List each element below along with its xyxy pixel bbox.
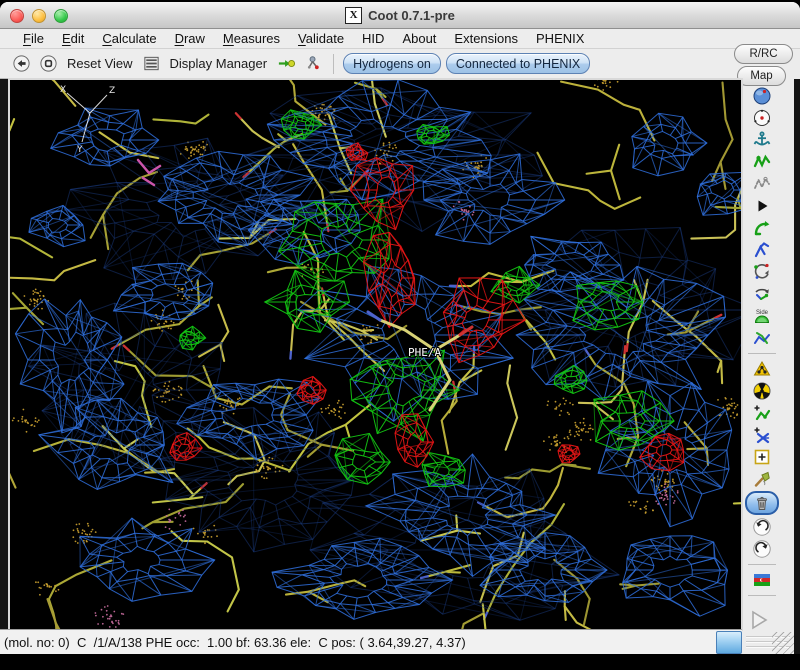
auto-fit-rotamer-icon[interactable] — [749, 218, 775, 238]
redo-icon[interactable] — [749, 539, 775, 559]
map-button[interactable]: Map — [737, 66, 786, 86]
gl-canvas-frame: X Z Y PHE/A — [8, 78, 743, 631]
svg-text:Z: Z — [109, 86, 115, 96]
add-terminal-residue-icon[interactable] — [749, 403, 775, 423]
toolbar-separator — [333, 54, 334, 74]
rail-separator — [748, 353, 776, 354]
fixed-atoms-anchor-icon[interactable] — [749, 130, 775, 150]
x11-icon: X — [345, 7, 362, 24]
expand-triangle-icon[interactable] — [746, 607, 772, 633]
mutate-autofit-icon[interactable] — [749, 381, 775, 401]
menu-draw[interactable]: Draw — [166, 31, 214, 46]
delete-item-icon[interactable] — [745, 491, 779, 515]
menu-edit[interactable]: Edit — [53, 31, 93, 46]
rotamers-icon[interactable] — [749, 240, 775, 260]
svg-text:Side: Side — [756, 310, 769, 316]
ligand-builder-icon[interactable] — [749, 570, 775, 590]
menu-phenix[interactable]: PHENIX — [527, 31, 593, 46]
ligand-molecule-icon[interactable] — [302, 53, 324, 75]
flip-peptide-icon[interactable] — [749, 284, 775, 304]
rail-separator — [748, 564, 776, 565]
menu-calculate[interactable]: Calculate — [93, 31, 165, 46]
resize-grip[interactable] — [772, 632, 794, 654]
window-edge-left — [0, 79, 8, 629]
coot-window: X Coot 0.7.1-pre FileEditCalculateDrawMe… — [0, 2, 800, 654]
modelling-toolbar: Side — [744, 86, 780, 599]
gl-canvas[interactable]: X Z Y PHE/A — [10, 80, 741, 629]
history-back-icon[interactable] — [10, 53, 32, 75]
window-title: Coot 0.7.1-pre — [368, 8, 455, 23]
display-manager-button[interactable]: Display Manager — [141, 53, 271, 75]
screen: X Coot 0.7.1-pre FileEditCalculateDrawMe… — [0, 0, 800, 670]
go-to-atom-icon[interactable] — [275, 53, 297, 75]
menu-hid[interactable]: HID — [353, 31, 393, 46]
svg-text:Y: Y — [76, 145, 83, 155]
rail-separator — [748, 595, 776, 596]
svg-text:X: X — [60, 85, 66, 95]
recentre-target-icon[interactable] — [37, 53, 59, 75]
reset-view-button[interactable]: Reset View — [64, 56, 136, 71]
real-space-refine-icon[interactable] — [749, 152, 775, 172]
titlebar[interactable]: X Coot 0.7.1-pre — [0, 2, 800, 29]
menu-extensions[interactable]: Extensions — [445, 31, 527, 46]
clear-picks-icon[interactable] — [749, 469, 775, 489]
toolbar: Reset View Display Manager Hydrogens on … — [0, 49, 738, 79]
scrollbar-thumb[interactable] — [716, 631, 742, 654]
side-chain-flip-icon[interactable]: Side — [749, 306, 775, 326]
menu-validate[interactable]: Validate — [289, 31, 353, 46]
menu-measures[interactable]: Measures — [214, 31, 289, 46]
residue-label: PHE/A — [408, 346, 441, 359]
edit-chi-angles-icon[interactable] — [749, 262, 775, 282]
regularize-zone-icon[interactable] — [749, 174, 775, 194]
place-atom-icon[interactable] — [749, 447, 775, 467]
phenix-connection-button[interactable]: Connected to PHENIX — [446, 53, 590, 74]
undo-icon[interactable] — [749, 517, 775, 537]
status-text: (mol. no: 0) C /1/A/138 PHE occ: 1.00 bf… — [0, 635, 466, 650]
status-bar: (mol. no: 0) C /1/A/138 PHE occ: 1.00 bf… — [0, 629, 742, 654]
rigid-body-fit-icon[interactable] — [749, 196, 775, 216]
menu-bar: FileEditCalculateDrawMeasuresValidateHID… — [0, 29, 800, 49]
rrc-button[interactable]: R/RC — [734, 44, 793, 64]
add-alt-conf-icon[interactable] — [749, 425, 775, 445]
display-manager-label: Display Manager — [167, 56, 271, 71]
refine-target-icon[interactable] — [749, 108, 775, 128]
display-manager-icon — [141, 53, 163, 75]
window-edge-right — [794, 79, 800, 654]
hydrogens-toggle-button[interactable]: Hydrogens on — [343, 53, 441, 74]
backbone-torsion-icon[interactable] — [749, 328, 775, 348]
title-area: X Coot 0.7.1-pre — [0, 2, 800, 28]
refine-sphere-icon[interactable] — [749, 86, 775, 106]
simple-mutate-icon[interactable] — [749, 359, 775, 379]
menu-file[interactable]: File — [14, 31, 53, 46]
menu-about[interactable]: About — [393, 31, 445, 46]
